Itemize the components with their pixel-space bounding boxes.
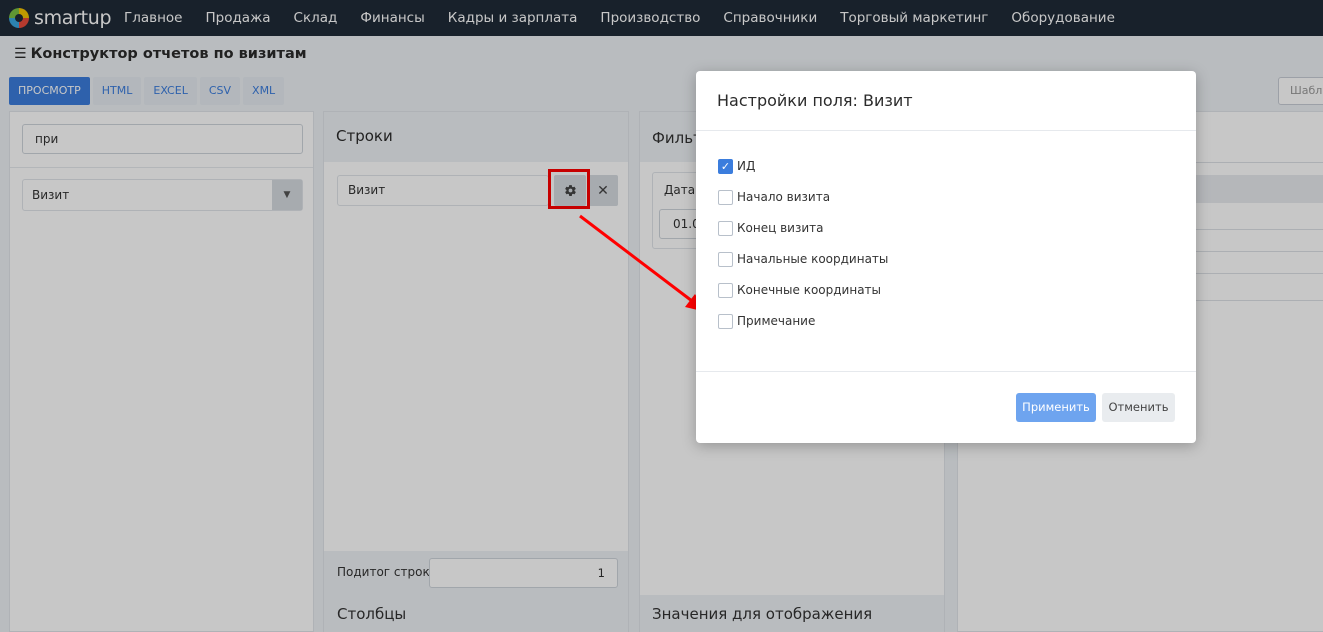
option-visit-start[interactable]: Начало визита xyxy=(718,188,830,206)
option-label: Начальные координаты xyxy=(737,252,889,266)
option-label: Примечание xyxy=(737,314,816,328)
divider xyxy=(696,130,1196,131)
checkbox-icon[interactable] xyxy=(718,282,733,298)
cancel-button[interactable]: Отменить xyxy=(1102,393,1175,422)
option-note[interactable]: Примечание xyxy=(718,312,815,330)
option-label: Конечные координаты xyxy=(737,283,882,297)
checkbox-checked-icon[interactable]: ✓ xyxy=(718,158,733,174)
checkbox-icon[interactable] xyxy=(718,313,733,329)
option-visit-end[interactable]: Конец визита xyxy=(718,219,823,237)
dialog-title: Настройки поля: Визит xyxy=(717,91,913,110)
option-label: Конец визита xyxy=(737,221,824,235)
divider xyxy=(696,371,1196,372)
option-label: Начало визита xyxy=(737,190,831,204)
option-label: ИД xyxy=(737,159,756,173)
option-id[interactable]: ✓ ИД xyxy=(718,157,755,175)
apply-button[interactable]: Применить xyxy=(1016,393,1096,422)
checkbox-icon[interactable] xyxy=(718,251,733,267)
checkbox-icon[interactable] xyxy=(718,189,733,205)
option-start-coordinates[interactable]: Начальные координаты xyxy=(718,250,888,268)
checkbox-icon[interactable] xyxy=(718,220,733,236)
option-end-coordinates[interactable]: Конечные координаты xyxy=(718,281,881,299)
field-settings-dialog: Настройки поля: Визит ✓ ИД Начало визита… xyxy=(696,71,1196,443)
